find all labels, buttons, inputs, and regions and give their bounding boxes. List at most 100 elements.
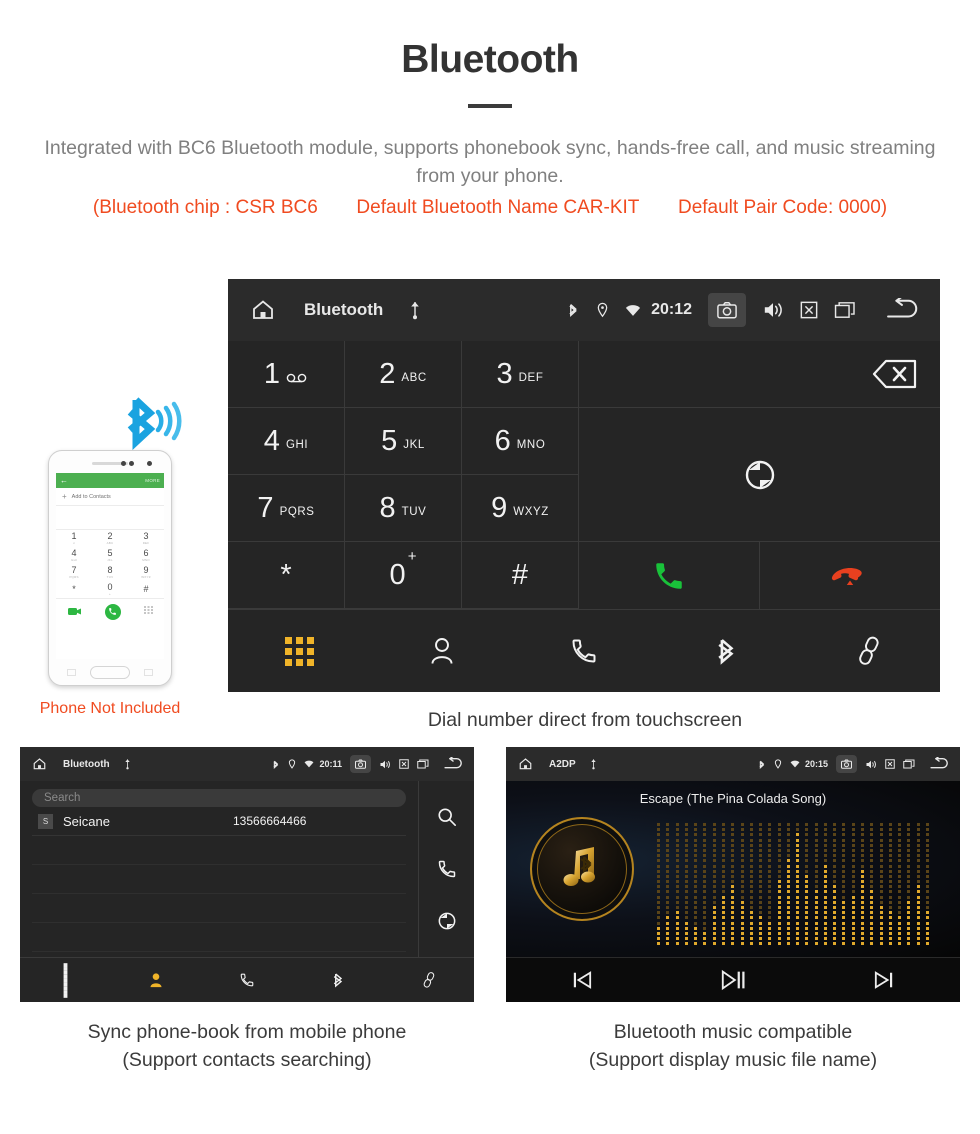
location-icon	[288, 759, 296, 769]
tab-dialpad[interactable]	[20, 949, 111, 1012]
volume-icon[interactable]	[762, 300, 784, 320]
recents-icon[interactable]	[417, 759, 429, 769]
contact-rows: S Seicane 13566664466	[32, 807, 406, 952]
home-icon[interactable]	[518, 757, 533, 771]
phone-key: 5 JKL	[92, 547, 128, 564]
eq-bar	[691, 823, 700, 946]
screen-title: Bluetooth	[304, 300, 384, 319]
search-input[interactable]: Search	[32, 789, 406, 807]
dial-key-digit: 7	[257, 491, 274, 524]
eq-bar	[913, 823, 922, 946]
dial-key-7[interactable]: 7 PQRS	[228, 475, 345, 542]
song-title: Escape (The Pina Colada Song)	[639, 791, 827, 806]
phone-key-letters: +	[109, 592, 111, 596]
phone-handset-icon[interactable]	[437, 859, 457, 879]
tab-link[interactable]	[383, 965, 474, 995]
album-art	[530, 817, 634, 921]
tab-bluetooth[interactable]	[655, 636, 797, 666]
home-icon[interactable]	[32, 757, 47, 771]
bluetooth-music-screenshot: A2DP 20:15 Escape (The Pina Colada Song)	[506, 747, 960, 1002]
eq-bar	[719, 823, 728, 946]
sync-button[interactable]	[579, 408, 940, 542]
sync-icon	[743, 458, 777, 492]
dial-key-letters: WXYZ	[513, 505, 549, 518]
tab-dialpad[interactable]	[228, 636, 370, 666]
dial-key-4[interactable]: 4 GHI	[228, 408, 345, 475]
dial-key-9[interactable]: 9 WXYZ	[462, 475, 579, 542]
skip-next-icon	[873, 970, 895, 990]
eq-bar	[895, 823, 904, 946]
recents-icon[interactable]	[903, 759, 915, 769]
previous-button[interactable]	[506, 970, 657, 990]
phone-handset-icon	[570, 637, 598, 665]
dial-key-6[interactable]: 6 MNO	[462, 408, 579, 475]
close-box-icon[interactable]	[885, 759, 895, 769]
tab-contacts[interactable]	[111, 966, 202, 994]
dial-key-5[interactable]: 5 JKL	[345, 408, 462, 475]
back-arrow-icon[interactable]	[884, 298, 918, 322]
phone-camera	[147, 460, 152, 466]
recents-icon[interactable]	[834, 301, 856, 319]
phone-sensor	[121, 460, 126, 466]
search-icon[interactable]	[437, 807, 457, 827]
tab-contacts[interactable]	[370, 637, 512, 665]
spec-pair-code: Default Pair Code: 0000)	[677, 197, 888, 218]
dial-key-hash[interactable]: #	[462, 542, 579, 609]
contact-row[interactable]: S Seicane 13566664466	[32, 807, 406, 836]
phone-plus-icon: +	[62, 492, 67, 501]
next-button[interactable]	[809, 970, 960, 990]
dial-key-2[interactable]: 2 ABC	[345, 341, 462, 408]
phone-more-label: MORE	[145, 478, 160, 483]
tab-call-log[interactable]	[513, 637, 655, 665]
voicemail-icon	[286, 366, 308, 383]
camera-icon[interactable]	[350, 755, 371, 773]
play-pause-button[interactable]	[657, 969, 808, 991]
camera-icon[interactable]	[836, 755, 857, 773]
dial-key-letters: TUV	[401, 505, 427, 518]
phone-key: 2 ABC	[92, 530, 128, 547]
call-button[interactable]	[579, 542, 760, 609]
dial-key-letters: PQRS	[279, 505, 315, 518]
tab-link[interactable]	[798, 636, 940, 666]
tab-call-log[interactable]	[202, 966, 293, 994]
phone-key-letters: TUV	[106, 575, 114, 579]
link-icon	[856, 636, 882, 666]
eq-bar	[654, 823, 663, 946]
link-icon	[421, 972, 435, 989]
dial-key-8[interactable]: 8 TUV	[345, 475, 462, 542]
close-box-icon[interactable]	[399, 759, 409, 769]
dial-key-0[interactable]: 0 +	[345, 542, 462, 609]
sync-icon[interactable]	[437, 911, 457, 931]
eq-bar	[821, 823, 830, 946]
eq-bar	[886, 823, 895, 946]
back-arrow-icon[interactable]	[443, 757, 462, 771]
skip-previous-icon	[571, 970, 593, 990]
dialpad-caption: Dial number direct from touchscreen	[427, 709, 743, 731]
eq-bar	[812, 823, 821, 946]
dialed-number-field[interactable]	[579, 341, 940, 408]
dial-key-digit: 8	[379, 491, 396, 524]
hangup-button[interactable]	[760, 542, 940, 609]
home-icon[interactable]	[250, 298, 276, 322]
camera-icon[interactable]	[708, 293, 746, 327]
volume-icon[interactable]	[865, 759, 877, 770]
eq-bar	[756, 823, 765, 946]
dial-key-1[interactable]: 1	[228, 341, 345, 408]
eq-bar	[793, 823, 802, 946]
dial-key-star[interactable]: *	[228, 542, 345, 609]
dial-key-digit: 4	[263, 424, 280, 457]
eq-bar	[849, 823, 858, 946]
back-arrow-icon[interactable]	[929, 757, 948, 771]
phonebook-screenshot: Bluetooth 20:11 Search S Seicane 1356666…	[20, 747, 474, 1002]
contact-number: 13566664466	[233, 814, 307, 828]
dialpad-call-actions	[579, 542, 940, 609]
volume-icon[interactable]	[379, 759, 391, 770]
contact-row-empty	[32, 836, 406, 865]
backspace-icon[interactable]	[872, 359, 918, 389]
tab-bluetooth[interactable]	[292, 965, 383, 995]
close-box-icon[interactable]	[800, 301, 818, 319]
eq-bar	[673, 823, 682, 946]
dial-key-3[interactable]: 3 DEF	[462, 341, 579, 408]
phonebook-caption-line2: (Support contacts searching)	[122, 1049, 372, 1071]
call-icon	[652, 559, 686, 593]
